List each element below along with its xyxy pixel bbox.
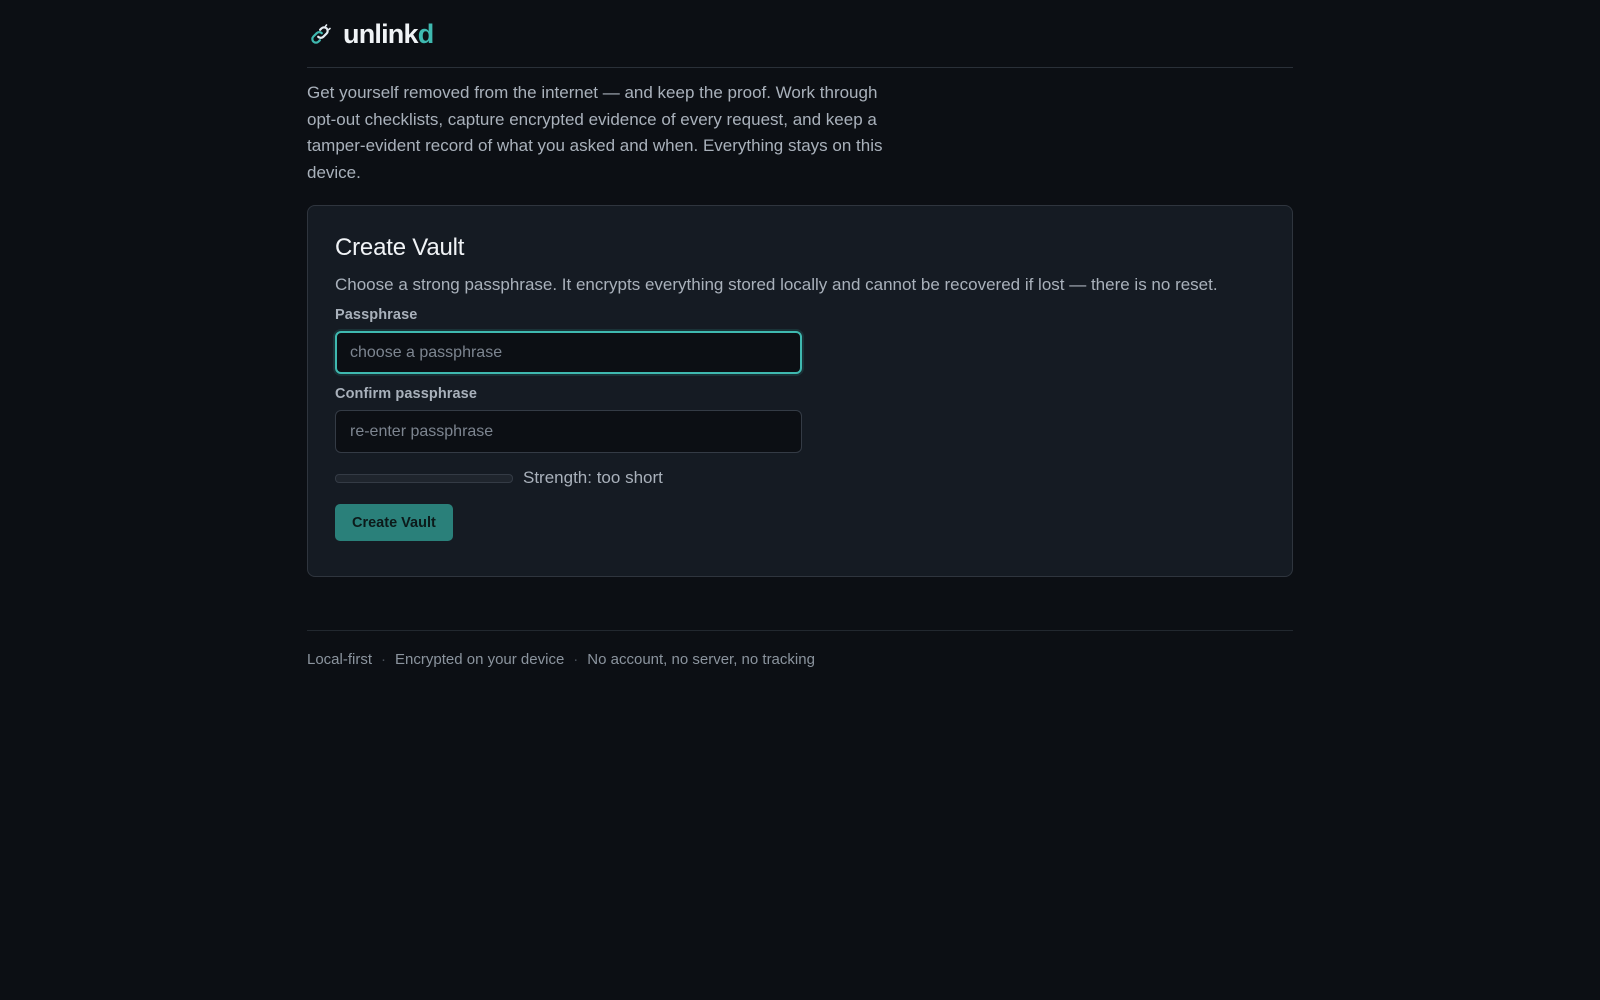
footer-item-no-account: No account, no server, no tracking: [587, 651, 815, 668]
footer-item-local-first: Local-first: [307, 651, 373, 668]
intro-text: Get yourself removed from the internet —…: [307, 83, 883, 182]
brand-logo: unlinkd: [343, 19, 434, 50]
create-vault-card: Create Vault Choose a strong passphrase.…: [307, 205, 1293, 577]
create-vault-button[interactable]: Create Vault: [335, 504, 453, 541]
confirm-passphrase-input[interactable]: [335, 410, 802, 453]
strength-label: Strength: too short: [523, 468, 663, 487]
footer-separator: ·: [573, 651, 579, 668]
card-title: Create Vault: [335, 234, 465, 261]
strength-meter: Strength: too short: [335, 467, 1265, 489]
page: unlinkd Get yourself removed from the in…: [307, 0, 1293, 668]
header: unlinkd: [307, 0, 1293, 68]
link-icon: [307, 22, 333, 48]
confirm-passphrase-label: Confirm passphrase: [335, 386, 478, 402]
footer-separator: ·: [381, 651, 387, 668]
card-description: Choose a strong passphrase. It encrypts …: [335, 275, 1218, 294]
footer: Local-first · Encrypted on your device ·…: [307, 630, 1293, 668]
brand-main: unlink: [343, 19, 418, 49]
footer-item-encrypted: Encrypted on your device: [395, 651, 565, 668]
brand-accent: d: [417, 19, 434, 49]
strength-bar: [335, 473, 513, 483]
passphrase-label: Passphrase: [335, 307, 418, 323]
passphrase-input[interactable]: [335, 331, 802, 374]
